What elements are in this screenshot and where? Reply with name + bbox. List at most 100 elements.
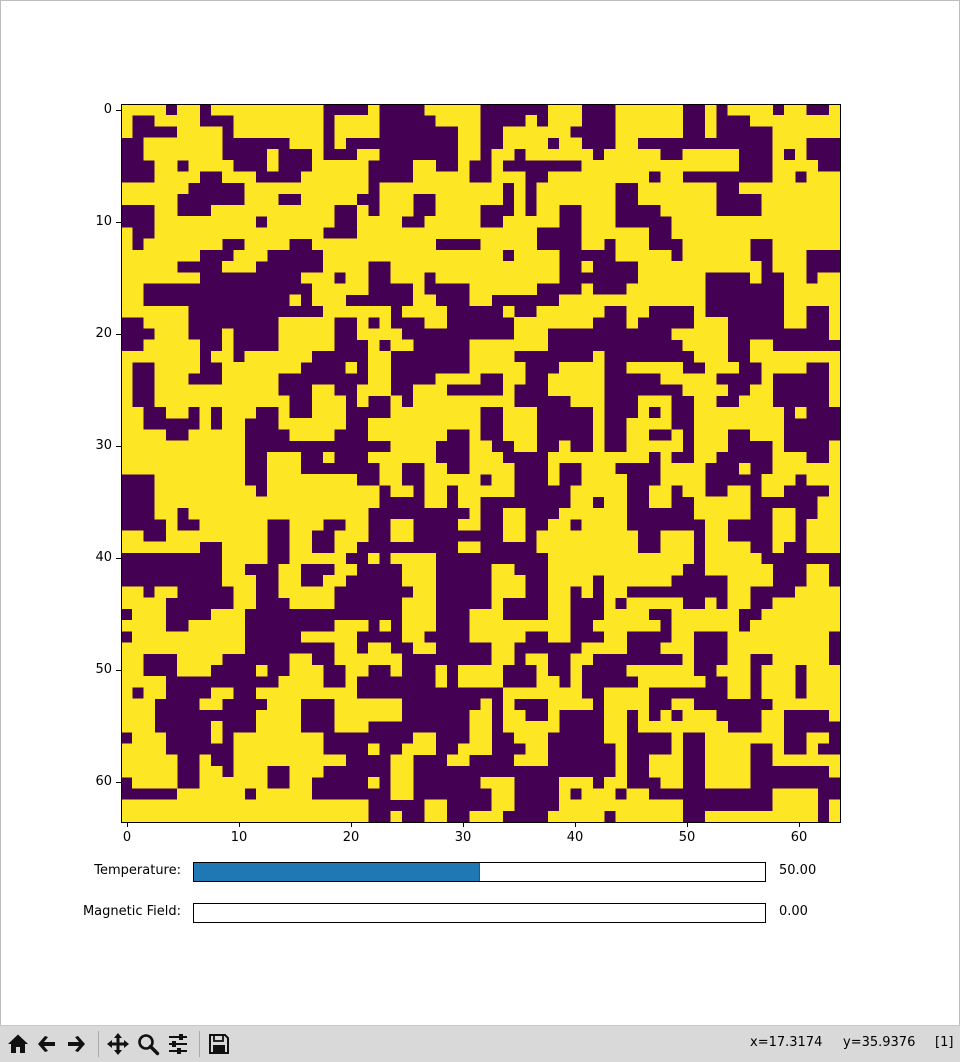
spin-up-cell (356, 115, 369, 127)
spin-up-cell (379, 709, 391, 722)
spin-up-cell (469, 541, 481, 553)
spin-up-cell (154, 597, 167, 610)
spin-up-cell (424, 216, 436, 228)
spin-up-cell (637, 249, 650, 262)
spin-up-cell (311, 631, 324, 643)
spin-up-cell (738, 642, 751, 654)
spin-up-cell (278, 721, 290, 733)
spin-up-cell (581, 373, 594, 385)
temperature-slider[interactable] (193, 862, 766, 882)
spin-up-cell (828, 485, 840, 497)
spin-up-cell (547, 810, 560, 822)
spin-up-cell (278, 126, 290, 138)
spin-up-cell (289, 597, 301, 610)
spin-up-cell (604, 182, 616, 194)
spin-up-cell (401, 272, 414, 284)
spin-up-cell (750, 384, 762, 396)
spin-up-cell (592, 227, 605, 239)
temperature-slider-handle[interactable] (479, 863, 480, 881)
spin-up-cell (278, 563, 290, 576)
spin-up-cell (222, 418, 234, 430)
spin-up-cell (817, 664, 829, 677)
spin-up-cell (469, 440, 481, 453)
spin-up-cell (210, 204, 223, 217)
spin-up-cell (705, 406, 717, 419)
spin-up-cell (390, 788, 403, 800)
spin-up-cell (491, 362, 504, 374)
spin-up-cell (311, 474, 324, 486)
pan-button[interactable] (104, 1030, 132, 1058)
spin-up-cell (693, 620, 706, 632)
spin-up-cell (772, 463, 785, 475)
spin-up-cell (289, 563, 301, 576)
spin-lattice-heatmap[interactable] (121, 104, 840, 822)
spin-up-cell (772, 687, 785, 699)
spin-up-cell (514, 575, 526, 587)
spin-up-cell (379, 451, 391, 464)
spin-up-cell (222, 216, 234, 228)
spin-up-cell (592, 193, 605, 206)
spin-up-cell (323, 317, 335, 329)
spin-up-cell (772, 608, 785, 621)
zoom-button[interactable] (134, 1030, 162, 1058)
spin-up-cell (716, 530, 728, 542)
spin-up-cell (828, 507, 840, 520)
spin-up-cell (345, 249, 358, 262)
spin-up-cell (649, 485, 661, 497)
spin-up-cell (738, 249, 751, 262)
spin-up-cell (323, 328, 335, 340)
spin-up-cell (356, 799, 369, 812)
spin-up-cell (817, 541, 829, 553)
home-button[interactable] (4, 1030, 32, 1058)
spin-up-cell (738, 227, 751, 239)
spin-up-cell (289, 463, 301, 475)
temperature-label: Temperature: (94, 863, 181, 878)
spin-up-cell (267, 395, 279, 408)
spin-up-cell (682, 204, 695, 217)
spin-up-cell (132, 272, 144, 284)
spin-up-cell (604, 552, 616, 565)
spin-up-cell (828, 608, 840, 621)
spin-up-cell (727, 777, 740, 789)
spin-up-cell (165, 530, 178, 542)
magnetic-field-slider[interactable] (193, 903, 766, 923)
save-button[interactable] (205, 1030, 233, 1058)
spin-up-cell (278, 788, 290, 800)
spin-up-cell (705, 440, 717, 453)
spin-up-cell (278, 507, 290, 520)
spin-up-cell (592, 507, 605, 520)
spin-up-cell (165, 227, 178, 239)
spin-up-cell (289, 653, 301, 666)
spin-up-cell (165, 148, 178, 161)
spin-up-cell (143, 777, 155, 789)
spin-up-cell (660, 294, 672, 307)
spin-up-cell (356, 204, 369, 217)
spin-up-cell (536, 676, 549, 688)
spin-up-cell (413, 272, 425, 284)
spin-up-cell (368, 496, 380, 509)
spin-up-cell (334, 126, 346, 138)
spin-up-cell (121, 530, 133, 542)
spin-up-cell (345, 485, 358, 497)
spin-up-cell (514, 373, 526, 385)
spin-up-cell (795, 148, 807, 161)
spin-up-cell (604, 575, 616, 587)
x-tick-label: 30 (454, 830, 472, 845)
spin-up-cell (356, 238, 369, 251)
spin-up-cell (165, 586, 178, 598)
spin-up-cell (547, 305, 560, 318)
spin-up-cell (311, 597, 324, 610)
spin-up-cell (705, 608, 717, 621)
spin-up-cell (693, 272, 706, 284)
spin-up-cell (244, 171, 257, 183)
spin-up-cell (795, 620, 807, 632)
forward-button[interactable] (62, 1030, 90, 1058)
spin-up-cell (581, 563, 594, 576)
back-button[interactable] (33, 1030, 61, 1058)
spin-up-cell (615, 608, 627, 621)
spin-up-cell (446, 261, 459, 273)
spin-up-cell (401, 261, 414, 273)
spin-up-cell (368, 451, 380, 464)
spin-up-cell (311, 182, 324, 194)
configure-subplots-button[interactable] (164, 1030, 192, 1058)
